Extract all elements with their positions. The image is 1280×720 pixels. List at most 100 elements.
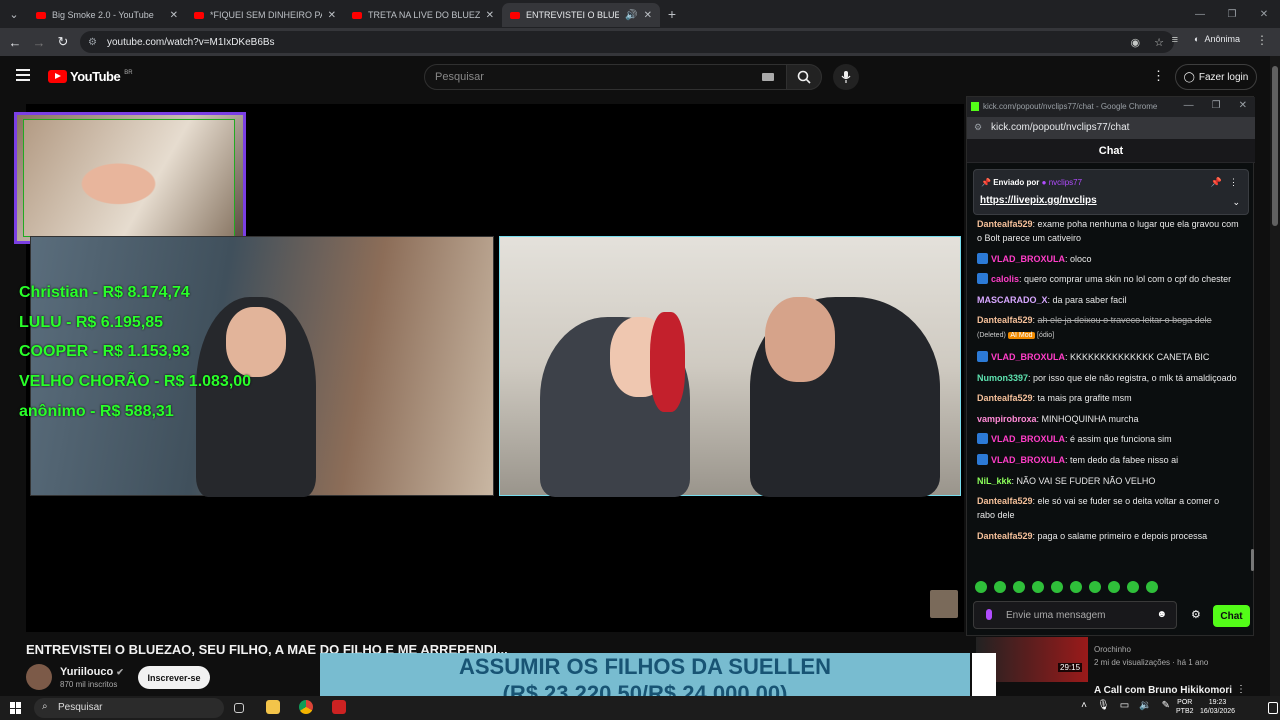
microphone-tray-icon[interactable]: 🎙 bbox=[1097, 700, 1110, 711]
pen-icon[interactable]: ✎ bbox=[1162, 700, 1170, 711]
channel-avatar[interactable] bbox=[26, 664, 52, 690]
emote-icon[interactable] bbox=[1051, 581, 1063, 593]
browser-tab-active[interactable]: ENTREVISTEI O BLUEZAO, S 🔊 ✕ bbox=[502, 3, 660, 27]
chat-username[interactable]: Dantealfa529 bbox=[977, 219, 1033, 229]
site-info-icon[interactable]: ⚙ bbox=[974, 122, 982, 133]
reading-list-icon[interactable]: ≡ bbox=[1172, 34, 1178, 46]
emote-icon[interactable] bbox=[975, 581, 987, 593]
start-icon[interactable] bbox=[10, 702, 22, 714]
close-tab-icon[interactable]: ✕ bbox=[328, 10, 336, 21]
tracking-icon[interactable]: ◉ bbox=[1131, 36, 1141, 49]
chat-username[interactable]: NiL_kkk bbox=[977, 476, 1012, 486]
chat-username[interactable]: VLAD_BROXULA bbox=[991, 352, 1065, 362]
emote-icon[interactable] bbox=[1013, 581, 1025, 593]
voice-search-button[interactable] bbox=[833, 64, 859, 90]
notification-icon[interactable] bbox=[1268, 702, 1278, 714]
scrollbar-thumb[interactable] bbox=[1272, 66, 1278, 226]
emoji-icon[interactable]: ☻ bbox=[1156, 609, 1167, 620]
emote-icon[interactable] bbox=[1089, 581, 1101, 593]
pinned-link[interactable]: https://livepix.gg/nvclips bbox=[980, 195, 1097, 206]
close-tab-icon[interactable]: ✕ bbox=[170, 10, 178, 21]
chat-username[interactable]: Dantealfa529 bbox=[977, 531, 1033, 541]
chat-username[interactable]: VLAD_BROXULA bbox=[991, 455, 1065, 465]
search-button[interactable] bbox=[786, 64, 822, 90]
tab-search-button[interactable]: ⌄ bbox=[0, 0, 28, 28]
restore-icon[interactable]: ❐ bbox=[1212, 100, 1221, 111]
recommended-channel[interactable]: Orochinho bbox=[1094, 645, 1131, 654]
chat-username[interactable]: Dantealfa529 bbox=[977, 393, 1033, 403]
close-window-icon[interactable]: ✕ bbox=[1248, 0, 1280, 28]
taskbar-search[interactable]: ⌕ Pesquisar bbox=[34, 698, 224, 718]
microphone-icon[interactable] bbox=[986, 609, 992, 620]
close-window-icon[interactable]: ✕ bbox=[1239, 100, 1247, 111]
account-icon: ◯ bbox=[1183, 71, 1195, 83]
chat-username[interactable]: Dantealfa529 bbox=[977, 315, 1033, 325]
settings-menu-icon[interactable]: ⋮ bbox=[1152, 68, 1165, 84]
chat-username[interactable]: VLAD_BROXULA bbox=[991, 254, 1065, 264]
subscribe-button[interactable]: Inscrever-se bbox=[138, 666, 210, 689]
browser-tab[interactable]: Big Smoke 2.0 - YouTube ✕ bbox=[28, 3, 186, 27]
emote-icon[interactable] bbox=[1127, 581, 1139, 593]
emote-icon[interactable] bbox=[1146, 581, 1158, 593]
back-icon[interactable]: ← bbox=[3, 35, 27, 50]
search-input[interactable]: Pesquisar bbox=[424, 64, 787, 90]
incognito-profile[interactable]: ◐ Anônima bbox=[1194, 34, 1240, 44]
recommended-menu-icon[interactable]: ⋮ bbox=[1236, 684, 1246, 695]
pinned-user[interactable]: ● nvclips77 bbox=[1042, 178, 1082, 187]
gear-icon[interactable]: ⚙ bbox=[1191, 608, 1201, 621]
browser-tab[interactable]: TRETA NA LIVE DO BLUEZAO, JO ✕ bbox=[344, 3, 502, 27]
reload-icon[interactable]: ↻ bbox=[51, 34, 75, 50]
restore-icon[interactable]: ❐ bbox=[1216, 0, 1248, 28]
browser-tab[interactable]: *FIQUEI SEM DINHEIRO PARA V ✕ bbox=[186, 3, 344, 27]
chat-scrollbar[interactable] bbox=[1251, 549, 1254, 571]
minimize-icon[interactable]: — bbox=[1184, 0, 1216, 28]
minimize-icon[interactable]: — bbox=[1184, 100, 1194, 111]
chat-username[interactable]: Numon3397 bbox=[977, 373, 1028, 383]
channel-watermark[interactable] bbox=[930, 590, 958, 618]
chat-input[interactable]: Envie uma mensagem ☻ bbox=[973, 601, 1177, 629]
chevron-down-icon[interactable]: ⌄ bbox=[1232, 197, 1240, 208]
pin-icon[interactable]: 📌 bbox=[1211, 177, 1222, 188]
volume-icon[interactable]: 🔉 bbox=[1139, 700, 1151, 711]
new-tab-button[interactable]: + bbox=[660, 6, 684, 22]
chat-text: tem dedo da fabee nisso ai bbox=[1070, 454, 1179, 465]
login-button[interactable]: ◯ Fazer login bbox=[1175, 64, 1257, 90]
chat-username[interactable]: MASCARADO_X bbox=[977, 295, 1048, 305]
chevron-up-icon[interactable]: ˄ bbox=[1081, 700, 1087, 711]
file-explorer-icon[interactable] bbox=[266, 700, 280, 714]
youtube-logo[interactable]: YouTube BR bbox=[48, 69, 133, 84]
emote-icon[interactable] bbox=[994, 581, 1006, 593]
browser-menu-icon[interactable]: ⋮ bbox=[1256, 33, 1268, 47]
forward-icon[interactable]: → bbox=[27, 35, 51, 50]
send-chat-button[interactable]: Chat bbox=[1213, 605, 1250, 627]
subscriber-badge-icon bbox=[977, 433, 988, 445]
app-icon[interactable] bbox=[332, 700, 346, 714]
chrome-icon[interactable] bbox=[299, 700, 313, 714]
more-icon[interactable]: ⋮ bbox=[1229, 177, 1238, 188]
page-scrollbar[interactable] bbox=[1270, 56, 1280, 696]
close-tab-icon[interactable]: ✕ bbox=[486, 10, 494, 21]
omnibox[interactable]: ⚙ youtube.com/watch?v=M1IxDKeB6Bs ◉ ☆ bbox=[80, 31, 1174, 53]
emote-icon[interactable] bbox=[1032, 581, 1044, 593]
task-view-icon[interactable] bbox=[234, 703, 244, 713]
chat-username[interactable]: calolis bbox=[991, 274, 1019, 284]
keyboard-icon[interactable] bbox=[762, 73, 774, 81]
channel-name[interactable]: Yuriilouco ✔ bbox=[60, 666, 124, 678]
bookmark-star-icon[interactable]: ☆ bbox=[1154, 36, 1164, 49]
language-indicator[interactable]: POR PTB2 bbox=[1176, 698, 1194, 716]
chat-username[interactable]: Dantealfa529 bbox=[977, 496, 1033, 506]
menu-icon[interactable] bbox=[16, 69, 30, 81]
site-info-icon[interactable]: ⚙ bbox=[88, 37, 97, 48]
recommended-title[interactable]: A Call com Bruno Hikikomori bbox=[1094, 685, 1232, 696]
chat-message-list[interactable]: Dantealfa529: exame poha nenhuma o lugar… bbox=[977, 217, 1239, 572]
chat-username[interactable]: VLAD_BROXULA bbox=[991, 434, 1065, 444]
close-tab-icon[interactable]: ✕ bbox=[644, 10, 652, 21]
emote-icon[interactable] bbox=[1108, 581, 1120, 593]
speaker-icon[interactable]: 🔊 bbox=[625, 10, 637, 21]
popup-urlbar[interactable]: ⚙ kick.com/popout/nvclips77/chat bbox=[967, 117, 1255, 139]
pinned-message[interactable]: 📌 Enviado por ● nvclips77 https://livepi… bbox=[973, 169, 1249, 215]
network-icon[interactable]: ▭ bbox=[1120, 700, 1129, 711]
emote-icon[interactable] bbox=[1070, 581, 1082, 593]
clock[interactable]: 19:23 16/03/2026 bbox=[1200, 698, 1235, 716]
chat-username[interactable]: vampirobroxa bbox=[977, 414, 1037, 424]
